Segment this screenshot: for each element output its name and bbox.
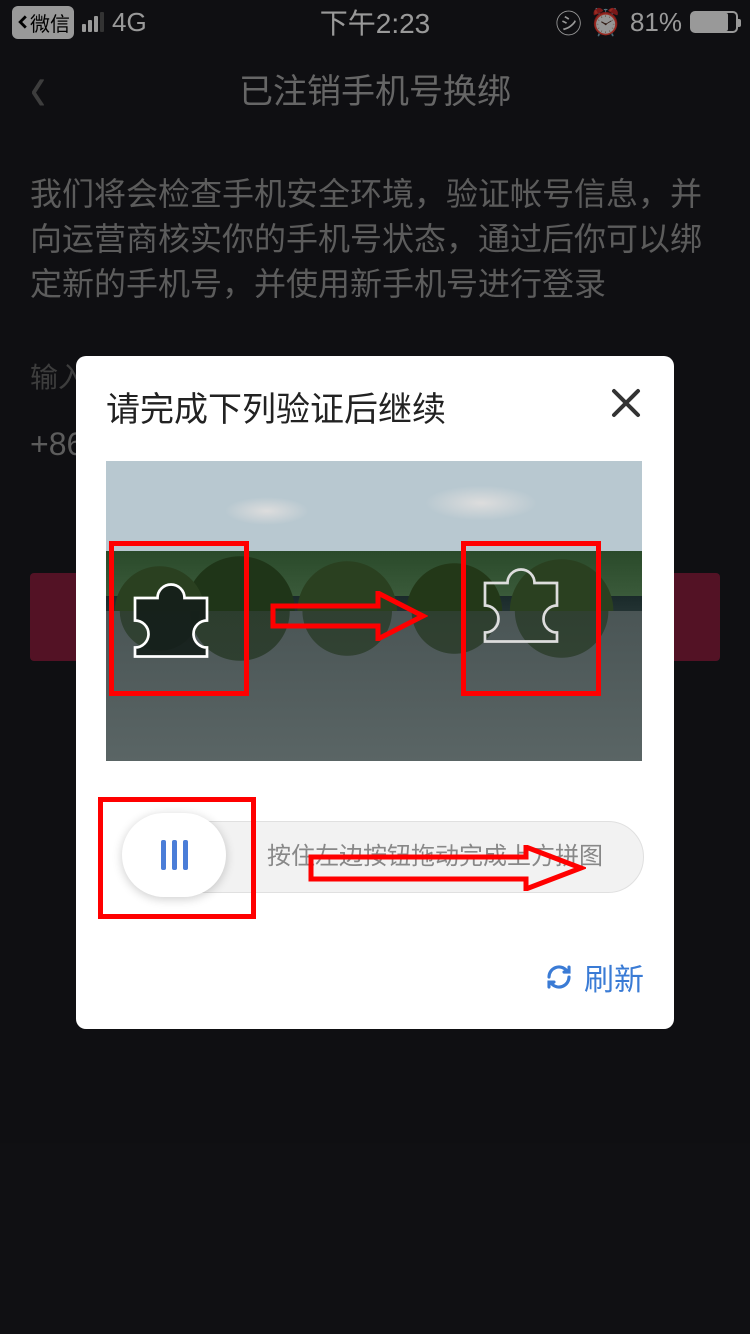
captcha-image [106,461,642,761]
refresh-label: 刷新 [584,955,644,999]
annotation-box-slider [98,797,256,919]
captcha-modal-overlay: 请完成下列验证后继续 [0,0,750,1334]
annotation-arrow-2-icon [306,845,586,891]
refresh-icon [544,962,574,992]
captcha-title: 请完成下列验证后继续 [106,382,446,431]
annotation-box-source [109,541,249,696]
refresh-button[interactable]: 刷新 [106,955,644,999]
close-button[interactable] [608,385,644,429]
captcha-modal: 请完成下列验证后继续 [76,356,674,1029]
annotation-box-target [461,541,601,696]
annotation-arrow-icon [268,591,428,641]
slider-area: 按住左边按钮拖动完成上方拼图 [106,805,644,915]
